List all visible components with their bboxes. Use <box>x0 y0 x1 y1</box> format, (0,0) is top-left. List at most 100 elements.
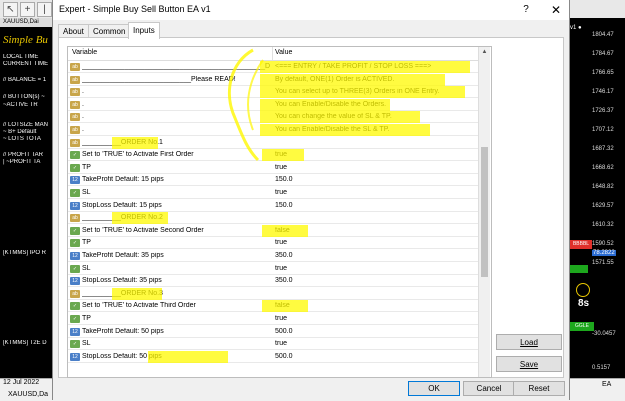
parameter-row[interactable]: 12 StopLoss Default: 15 pips 150.0 <box>68 199 478 212</box>
inputs-panel: Variable Value ab _______________________… <box>58 37 564 378</box>
cursor-tool-icon[interactable]: ↖ <box>3 2 18 17</box>
parameter-value[interactable]: false <box>275 302 475 309</box>
string-type-icon: ab <box>70 138 80 147</box>
price-axis-tick: 1687.32 <box>592 146 614 152</box>
price-axis-tick: 1648.82 <box>592 184 614 190</box>
parameter-value[interactable]: 350.0 <box>275 252 475 259</box>
crosshair-tool-icon[interactable]: + <box>20 2 35 17</box>
number-type-icon: 12 <box>70 277 80 286</box>
parameter-value[interactable]: true <box>275 265 475 272</box>
parameter-row[interactable]: ✓ SL true <box>68 338 478 351</box>
parameter-row[interactable]: ab ______________________________________… <box>68 61 478 73</box>
parameter-name: __________ORDER No.1 <box>82 138 163 146</box>
parameter-name: TakeProfit Default: 50 pips <box>82 327 164 335</box>
boolean-type-icon: ✓ <box>70 302 80 311</box>
number-type-icon: 12 <box>70 176 80 185</box>
parameter-row[interactable]: ✓ SL true <box>68 262 478 275</box>
parameter-value[interactable]: You can Enable/Disable the Orders. <box>275 101 475 108</box>
parameter-row[interactable]: ✓ TP true <box>68 313 478 325</box>
parameter-row[interactable]: ✓ Set to 'TRUE' to Activate Third Order fa… <box>68 300 478 313</box>
chart-right[interactable]: v1 ● 1804.47 1784.67 1766.65 1746.17 1726.37… <box>570 18 625 378</box>
parameter-row[interactable]: 12 StopLoss Default: 35 pips 350.0 <box>68 275 478 288</box>
status-ea-mark: EA <box>602 381 612 388</box>
chart-brand: Simple Bu <box>3 34 48 46</box>
save-button[interactable]: Save <box>496 356 562 372</box>
parameter-row[interactable]: 12 StopLoss Default: 50 pips 500.0 <box>68 350 478 363</box>
parameter-value[interactable]: 150.0 <box>275 176 475 183</box>
chart-left-text-line: // BUTTON(s) ~ <box>3 94 45 100</box>
parameter-value[interactable]: 500.0 <box>275 328 475 335</box>
toggle-button[interactable]: GGLE <box>570 322 594 331</box>
parameter-row[interactable]: ✓ TP true <box>68 237 478 250</box>
string-type-icon: ab <box>70 113 80 122</box>
chart-tab[interactable]: XAUUSD,Da <box>8 391 48 398</box>
parameter-value[interactable]: 350.0 <box>275 277 475 284</box>
grid-header: Variable Value <box>68 47 478 61</box>
tab-common[interactable]: Common <box>88 24 131 38</box>
parameter-row[interactable]: 12 TakeProfit Default: 15 pips 150.0 <box>68 174 478 187</box>
parameter-value[interactable]: You can change the value of SL & TP. <box>275 113 475 120</box>
price-axis-tick: 1571.55 <box>592 260 614 266</box>
parameter-value[interactable]: false <box>275 227 475 234</box>
parameter-row[interactable]: ✓ TP true <box>68 161 478 174</box>
parameter-value[interactable]: You can select up to THREE(3) Orders in … <box>275 88 475 95</box>
parameter-value[interactable]: 150.0 <box>275 202 475 209</box>
parameter-row[interactable]: ab __________ORDER No.3 <box>68 287 478 300</box>
parameter-row[interactable]: ab. You can Enable/Disable the SL & TP. <box>68 124 478 136</box>
parameter-name: Set to 'TRUE' to Activate First Order <box>82 151 194 159</box>
parameter-value[interactable]: You can Enable/Disable the SL & TP. <box>275 126 475 133</box>
close-button[interactable]: ✕ <box>547 2 565 18</box>
string-type-icon: ab <box>70 63 80 71</box>
price-axis-tick: 1707.12 <box>592 127 614 133</box>
parameter-row[interactable]: ✓ Set to 'TRUE' to Activate First Order tr… <box>68 149 478 162</box>
parameter-value[interactable]: true <box>275 164 475 171</box>
column-header-value[interactable]: Value <box>275 49 292 56</box>
number-type-icon: 12 <box>70 252 80 260</box>
parameter-row[interactable]: ab __________ORDER No.1 <box>68 136 478 149</box>
boolean-type-icon: ✓ <box>70 226 80 235</box>
parameter-row[interactable]: ab __________ORDER No.2 <box>68 212 478 225</box>
number-type-icon: 12 <box>70 327 80 336</box>
load-button[interactable]: Load <box>496 334 562 350</box>
parameter-row[interactable]: 12 TakeProfit Default: 35 pips 350.0 <box>68 250 478 262</box>
dialog-titlebar[interactable]: Expert - Simple Buy Sell Button EA v1 ? … <box>53 0 569 20</box>
parameter-row[interactable]: ✓ SL true <box>68 187 478 199</box>
vertical-line-tool-icon[interactable]: | <box>37 2 52 17</box>
parameter-value[interactable]: true <box>275 239 475 246</box>
tab-inputs[interactable]: Inputs <box>128 22 160 39</box>
parameter-name: . <box>82 100 84 108</box>
parameter-name: SL <box>82 264 91 272</box>
parameter-value[interactable]: true <box>275 340 475 347</box>
parameter-value[interactable]: By default, ONE(1) Order is ACTIVED. <box>275 76 475 83</box>
parameter-value[interactable]: true <box>275 151 475 158</box>
chart-left-text-line: // PROFIT TAR <box>3 152 44 158</box>
tab-about[interactable]: About <box>58 24 89 38</box>
ok-button[interactable]: OK <box>408 381 460 396</box>
parameter-row[interactable]: ab. You can change the value of SL & TP. <box>68 111 478 124</box>
parameter-name: StopLoss Default: 50 pips <box>82 352 162 360</box>
parameter-row[interactable]: ab. You can select up to THREE(3) Orders … <box>68 86 478 99</box>
parameter-row[interactable]: ab. You can Enable/Disable the Orders. <box>68 98 478 111</box>
chart-red-badge[interactable]: BBBBL <box>570 240 592 249</box>
parameter-value[interactable]: <=== ENTRY / TAKE PROFIT / STOP LOSS ===… <box>275 63 475 70</box>
help-button[interactable]: ? <box>517 2 535 18</box>
grid-scrollbar[interactable]: ▲ <box>478 47 490 377</box>
reset-button[interactable]: Reset <box>513 381 565 396</box>
scroll-up-icon[interactable]: ▲ <box>479 47 490 58</box>
column-header-variable[interactable]: Variable <box>72 49 97 56</box>
column-divider[interactable] <box>272 47 273 60</box>
boolean-type-icon: ✓ <box>70 163 80 172</box>
parameter-value[interactable]: true <box>275 189 475 196</box>
chart-left-text-line: ~ B+ Default <box>3 129 37 135</box>
scroll-thumb[interactable] <box>481 147 488 277</box>
chart-left[interactable]: XAUUSD,Dai Simple Bu LOCAL TIME CURRENT T… <box>0 18 52 378</box>
parameter-value[interactable]: true <box>275 315 475 322</box>
inputs-grid[interactable]: Variable Value ab _______________________… <box>67 46 492 378</box>
parameter-row[interactable]: ✓ Set to 'TRUE' to Activate Second Order f… <box>68 224 478 237</box>
dialog-title: Expert - Simple Buy Sell Button EA v1 <box>59 4 211 14</box>
parameter-row[interactable]: ab ____________________________Please REA… <box>68 73 478 86</box>
clock-icon <box>576 283 590 297</box>
cancel-button[interactable]: Cancel <box>463 381 515 396</box>
parameter-value[interactable]: 500.0 <box>275 353 475 360</box>
parameter-row[interactable]: 12 TakeProfit Default: 50 pips 500.0 <box>68 325 478 338</box>
